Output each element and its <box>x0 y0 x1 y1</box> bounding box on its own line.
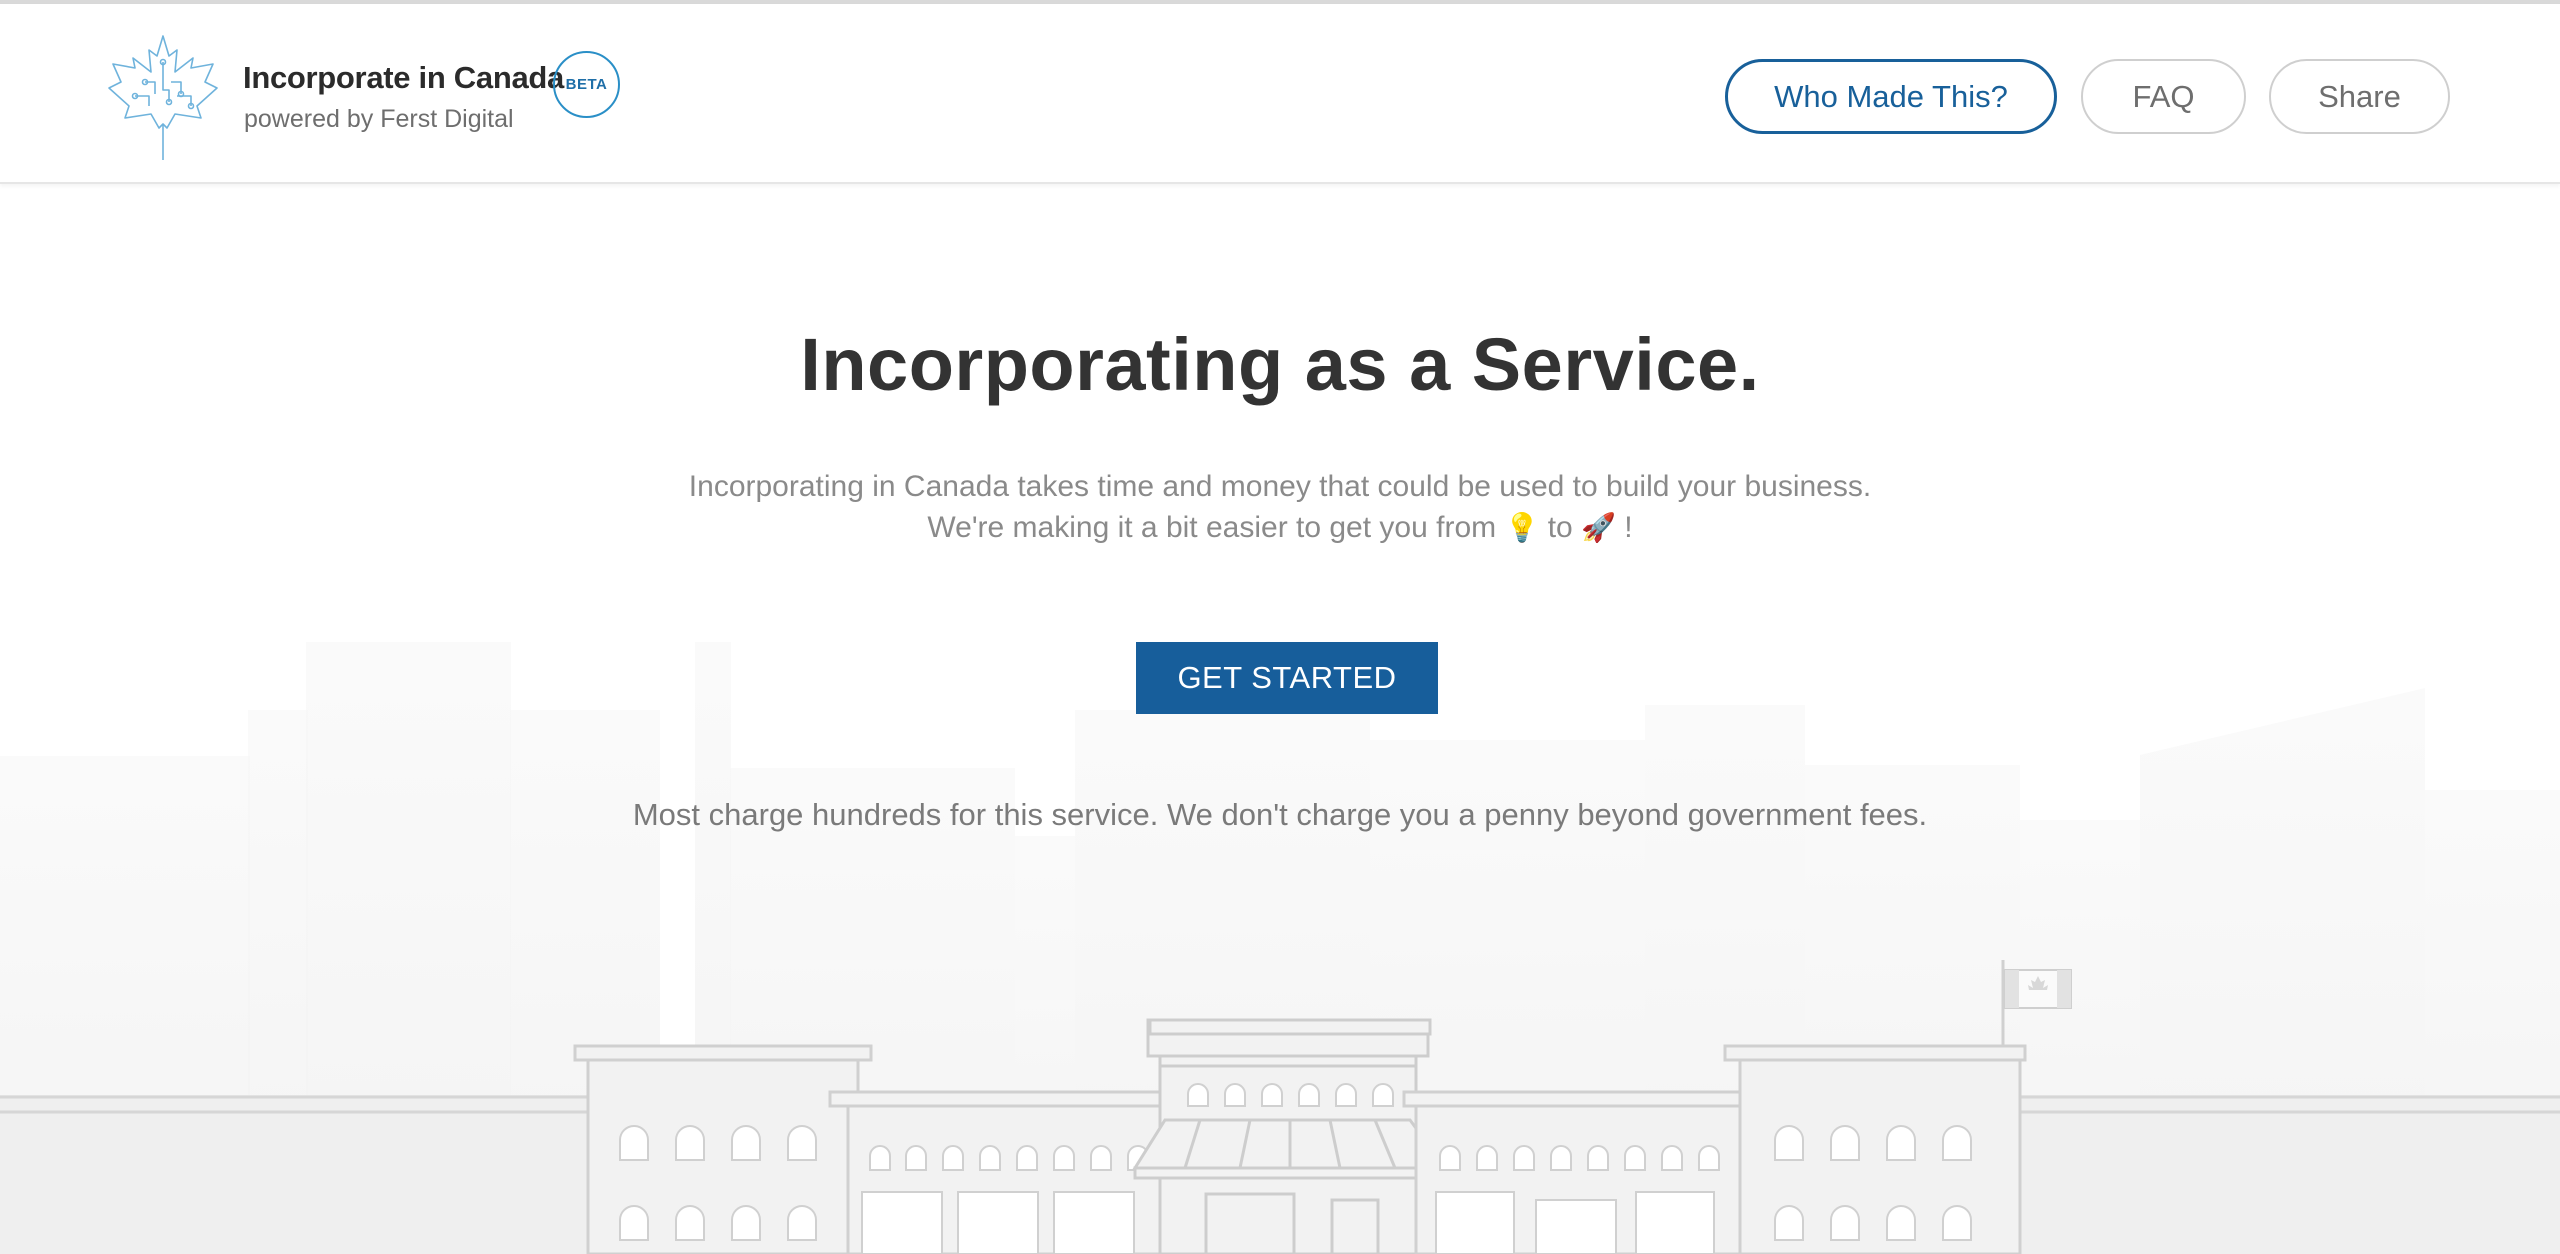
hero-subtitle-line-1: Incorporating in Canada takes time and m… <box>688 470 1872 503</box>
subtitle-mid: to <box>1547 511 1573 544</box>
brand-title[interactable]: Incorporate in Canada <box>243 60 564 96</box>
maple-leaf-circuit-icon[interactable] <box>105 32 221 162</box>
canada-flag-icon <box>2004 969 2072 1009</box>
hero-subtitle: Incorporating in Canada takes time and m… <box>0 466 2560 548</box>
share-button[interactable]: Share <box>2269 59 2450 134</box>
get-started-button[interactable]: GET STARTED <box>1136 642 1438 714</box>
page-title: Incorporating as a Service. <box>800 323 1760 406</box>
subtitle-suffix: ! <box>1624 511 1633 544</box>
subtitle-prefix: We're making it a bit easier to get you … <box>927 511 1497 544</box>
lightbulb-icon: 💡 <box>1504 511 1540 544</box>
faq-button[interactable]: FAQ <box>2081 59 2246 134</box>
rocket-icon: 🚀 <box>1581 511 1616 544</box>
site-header: Incorporate in Canada powered by Ferst D… <box>0 4 2560 184</box>
fees-note: Most charge hundreds for this service. W… <box>632 797 1928 832</box>
brand-subtitle: powered by Ferst Digital <box>244 105 514 133</box>
hero-subtitle-line-2: We're making it a bit easier to get you … <box>0 507 2560 548</box>
who-made-this-button[interactable]: Who Made This? <box>1725 59 2057 134</box>
beta-badge: BETA <box>553 51 620 118</box>
